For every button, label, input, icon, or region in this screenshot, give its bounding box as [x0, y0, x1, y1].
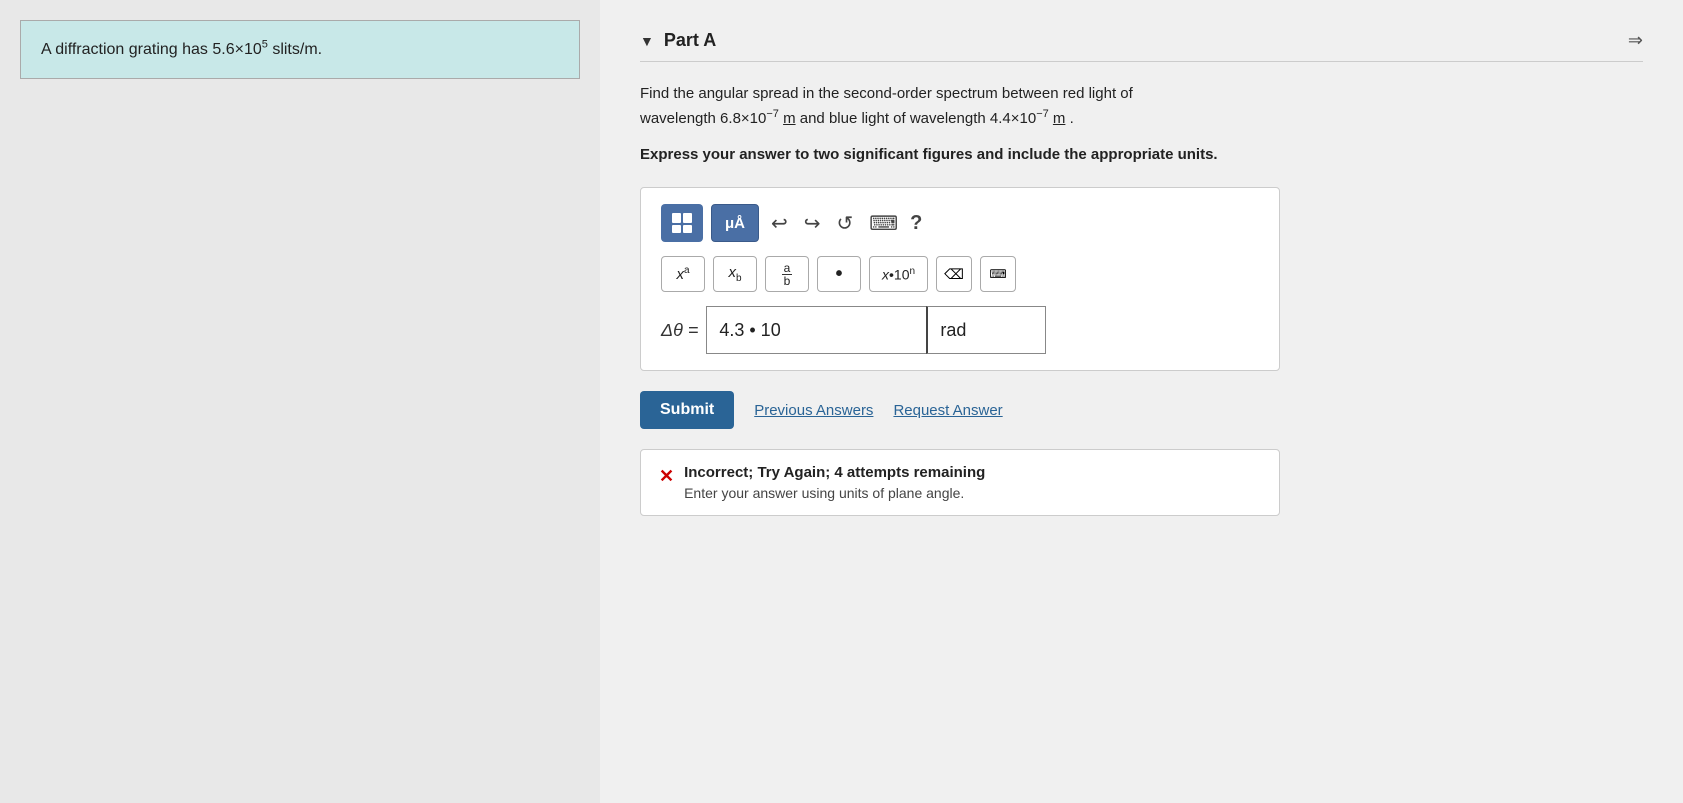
part-header: ▼ Part A ⇒ — [640, 30, 1643, 62]
right-panel: ▼ Part A ⇒ Find the angular spread in th… — [600, 0, 1683, 803]
superscript-label: xa — [676, 265, 689, 283]
refresh-btn[interactable]: ↺ — [833, 204, 858, 242]
dot-btn[interactable]: • — [817, 256, 861, 292]
superscript-btn[interactable]: xa — [661, 256, 705, 292]
problem-statement: A diffraction grating has 5.6×105 slits/… — [20, 20, 580, 79]
help-icon: ? — [910, 212, 922, 234]
question-text: Find the angular spread in the second-or… — [640, 82, 1643, 131]
input-row: Δθ = — [661, 306, 1259, 354]
unit-input[interactable] — [926, 306, 1046, 354]
sci-notation-btn[interactable]: x•10n — [869, 256, 928, 292]
left-panel: A diffraction grating has 5.6×105 slits/… — [0, 0, 600, 803]
error-title: Incorrect; Try Again; 4 attempts remaini… — [684, 464, 985, 481]
dot-icon: • — [835, 263, 842, 286]
matrix-icon-btn[interactable] — [661, 204, 703, 242]
delta-label: Δθ = — [661, 320, 698, 341]
error-subtitle: Enter your answer using units of plane a… — [684, 485, 985, 501]
action-row: Submit Previous Answers Request Answer — [640, 391, 1643, 429]
help-btn[interactable]: ? — [910, 212, 922, 235]
keyboard-icon: ⌨ — [869, 211, 898, 236]
math-row: xa xb a b • x•10n ⌫ ⌨ — [661, 256, 1259, 292]
part-title: Part A — [664, 30, 716, 51]
delete-icon: ⌫ — [944, 266, 964, 283]
redo-btn[interactable]: ↪ — [800, 204, 825, 242]
question-line1: Find the angular spread in the second-or… — [640, 85, 1133, 102]
keyboard2-btn[interactable]: ⌨ — [980, 256, 1016, 292]
problem-text: A diffraction grating has 5.6×105 slits/… — [41, 41, 322, 58]
previous-answers-link[interactable]: Previous Answers — [754, 402, 873, 419]
question-instruction: Express your answer to two significant f… — [640, 143, 1643, 167]
matrix-icon — [672, 213, 692, 233]
undo-btn[interactable]: ↩ — [767, 204, 792, 242]
subscript-label: xb — [728, 264, 741, 284]
submit-button[interactable]: Submit — [640, 391, 734, 429]
request-answer-link[interactable]: Request Answer — [893, 402, 1002, 419]
unit-btn[interactable]: μÅ — [711, 204, 759, 242]
answer-input[interactable] — [706, 306, 926, 354]
subscript-btn[interactable]: xb — [713, 256, 757, 292]
expand-icon[interactable]: ⇒ — [1628, 30, 1643, 51]
error-icon: ✕ — [659, 466, 674, 487]
keyboard2-icon: ⌨ — [989, 267, 1006, 281]
error-box: ✕ Incorrect; Try Again; 4 attempts remai… — [640, 449, 1280, 516]
refresh-icon: ↺ — [837, 211, 854, 236]
fraction-icon: a b — [782, 262, 793, 287]
answer-container: μÅ ↩ ↪ ↺ ⌨ ? xa xb — [640, 187, 1280, 371]
redo-icon: ↪ — [804, 211, 821, 236]
fraction-btn[interactable]: a b — [765, 256, 809, 292]
error-text-block: Incorrect; Try Again; 4 attempts remaini… — [684, 464, 985, 501]
sci-notation-label: x•10n — [882, 266, 915, 283]
question-line2: wavelength 6.8×10−7 m and blue light of … — [640, 110, 1074, 127]
unit-label: μÅ — [725, 215, 745, 232]
keyboard-btn[interactable]: ⌨ — [865, 204, 902, 242]
delete-btn[interactable]: ⌫ — [936, 256, 972, 292]
undo-icon: ↩ — [771, 211, 788, 236]
part-collapse-icon[interactable]: ▼ — [640, 33, 654, 49]
toolbar: μÅ ↩ ↪ ↺ ⌨ ? — [661, 204, 1259, 242]
